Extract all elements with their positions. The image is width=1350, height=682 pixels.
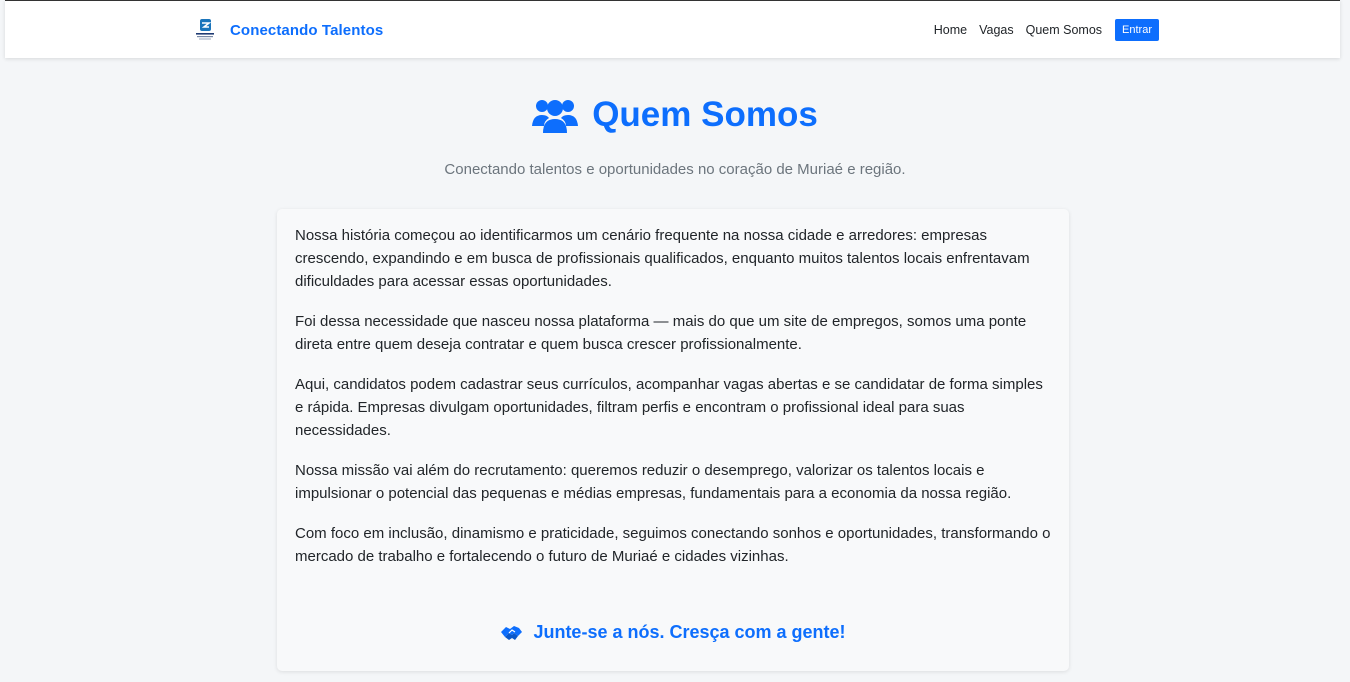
users-icon — [532, 100, 579, 133]
page-title-text: Quem Somos — [592, 95, 818, 134]
page-subtitle: Conectando talentos e oportunidades no c… — [444, 161, 906, 178]
brand[interactable]: Conectando Talentos — [193, 18, 383, 42]
about-paragraph: Nossa história começou ao identificarmos… — [295, 227, 1030, 290]
navbar: Conectando Talentos Home Vagas Quem Somo… — [5, 0, 1340, 58]
nav-vagas[interactable]: Vagas — [979, 23, 1014, 37]
brand-name: Conectando Talentos — [230, 21, 384, 39]
call-to-action-text: Junte-se a nós. Cresça com a gente! — [533, 622, 846, 642]
handshake-icon — [501, 625, 523, 640]
brand-logo — [196, 19, 214, 40]
main-nav: Home Vagas Quem Somos Entrar — [934, 18, 1159, 42]
about-paragraph: Nossa missão vai além do recrutamento: q… — [295, 462, 1012, 502]
about-paragraph: Aqui, candidatos podem cadastrar seus cu… — [295, 376, 1043, 439]
login-button[interactable]: Entrar — [1115, 19, 1159, 41]
about-card: Nossa história começou ao identificarmos… — [277, 209, 1069, 671]
page-title: Quem Somos — [532, 92, 818, 138]
nav-quem-somos[interactable]: Quem Somos — [1026, 23, 1102, 37]
hero: Quem Somos Conectando talentos e oportun… — [0, 92, 1350, 178]
about-paragraph: Com foco em inclusão, dinamismo e pratic… — [295, 525, 1051, 566]
about-paragraph: Foi dessa necessidade que nasceu nossa p… — [295, 312, 1027, 353]
call-to-action: Junte-se a nós. Cresça com a gente! — [277, 622, 1069, 643]
nav-home[interactable]: Home — [934, 23, 967, 37]
